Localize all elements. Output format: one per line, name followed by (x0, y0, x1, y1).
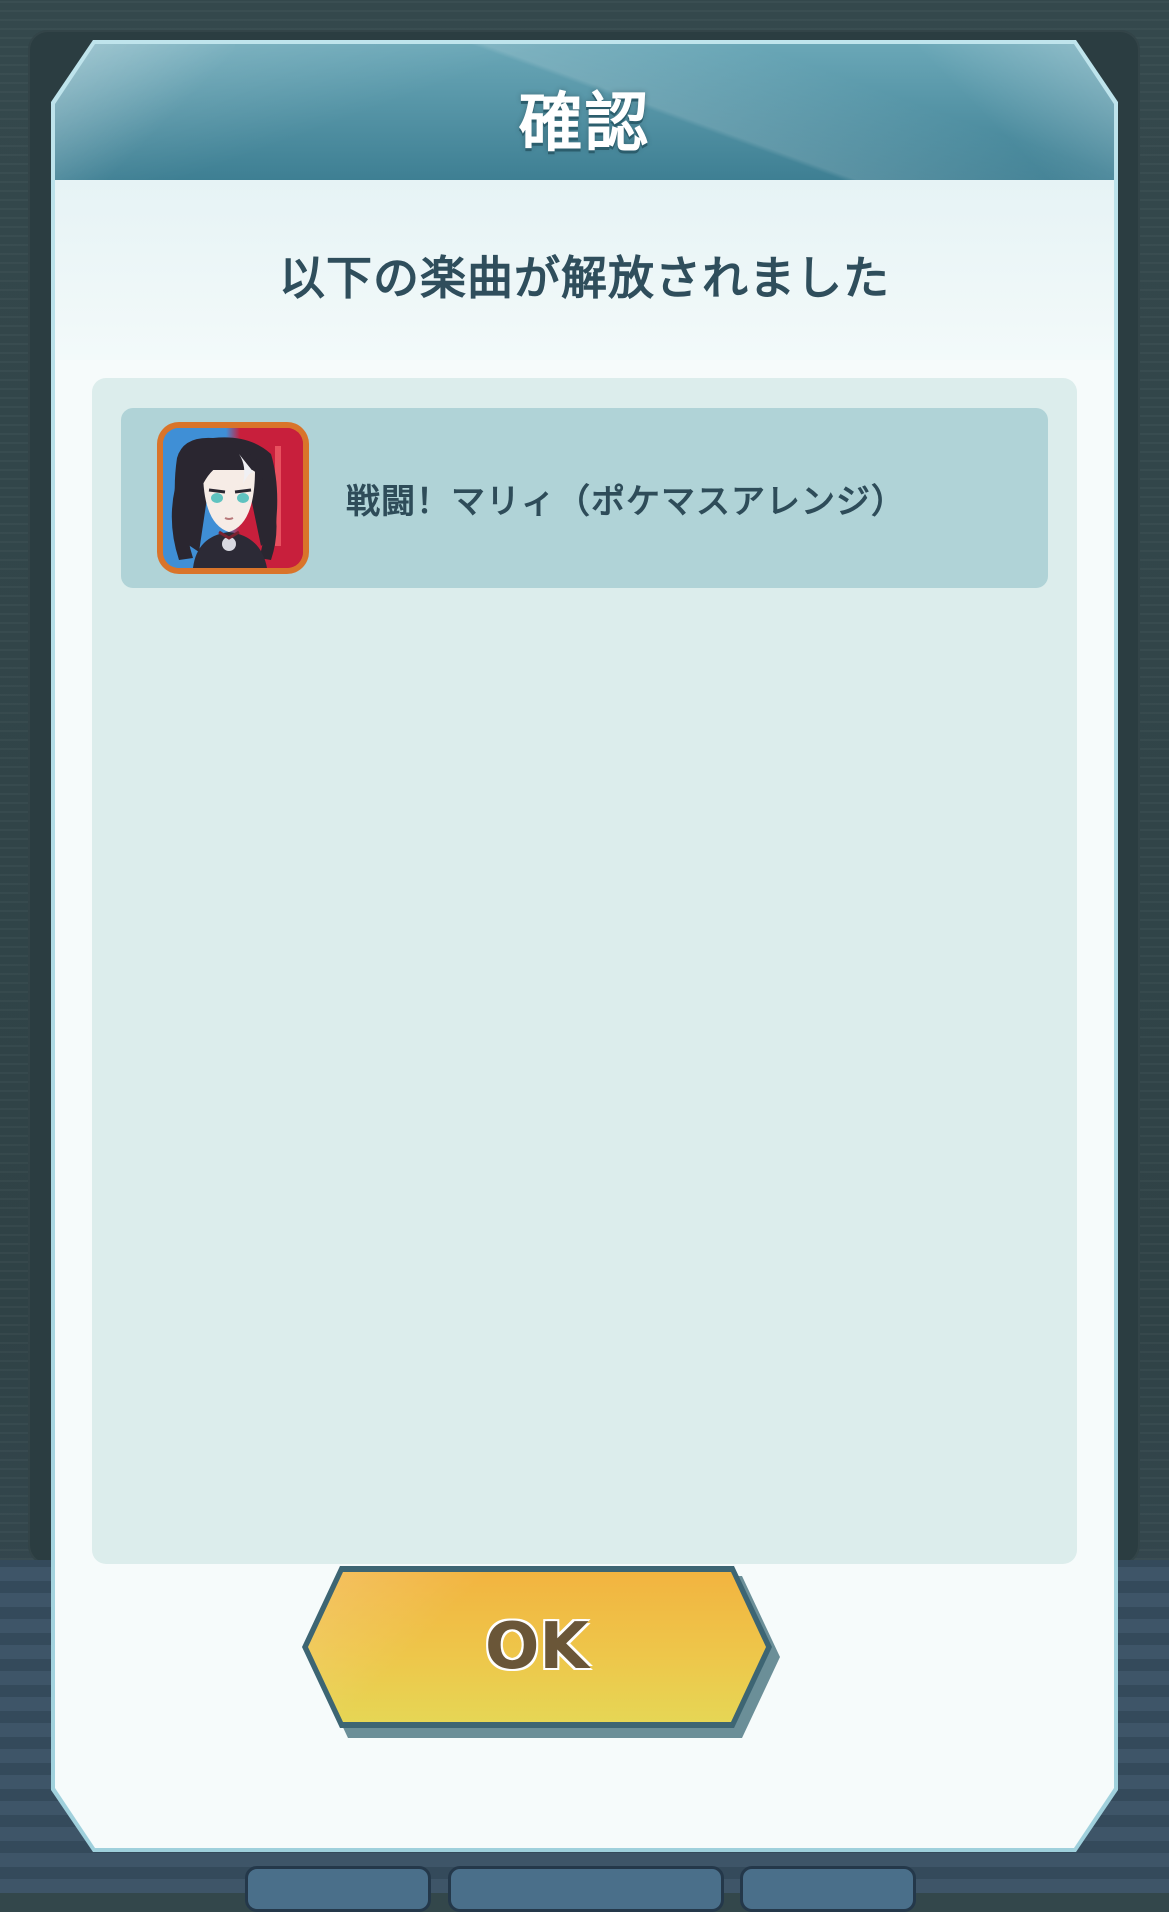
ok-button[interactable]: OK (302, 1566, 780, 1738)
unlock-message: 以下の楽曲が解放されました (279, 251, 890, 305)
dialog-title: 確認 (518, 87, 651, 161)
track-title: 戦闘！マリィ（ポケマスアレンジ） (346, 482, 906, 522)
background-button (245, 1866, 431, 1912)
background-button (740, 1866, 916, 1912)
marnie-portrait-icon (157, 422, 309, 574)
ok-button-label: OK (485, 1610, 589, 1684)
portrait-art (163, 428, 303, 568)
unlocked-track-list[interactable]: 戦闘！マリィ（ポケマスアレンジ） (92, 378, 1077, 1564)
dialog-header: 確認 (55, 44, 1114, 180)
background-button (448, 1866, 724, 1912)
list-item: 戦闘！マリィ（ポケマスアレンジ） (121, 408, 1048, 588)
